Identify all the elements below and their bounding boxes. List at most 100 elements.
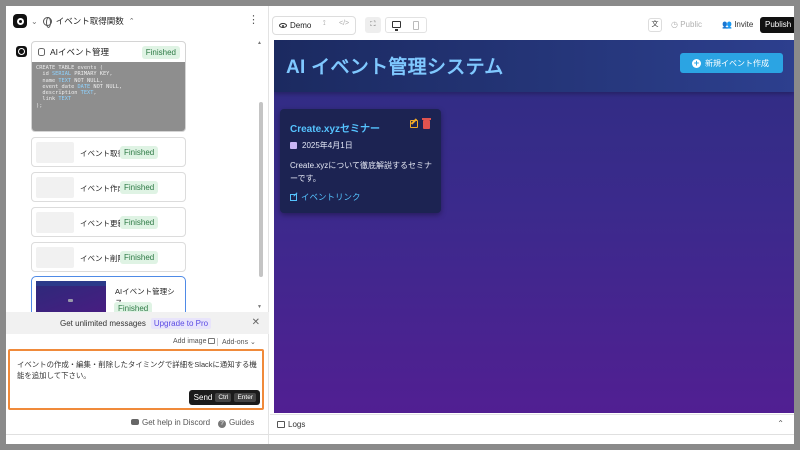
image-icon xyxy=(208,338,216,344)
app-preview-thumbnail xyxy=(36,281,106,314)
trash-icon[interactable] xyxy=(422,118,431,129)
calendar-icon xyxy=(290,142,297,149)
publish-button[interactable]: Publish xyxy=(760,17,794,33)
expand-icon[interactable]: ⛶ xyxy=(365,17,381,33)
task-card[interactable]: イベント取得 Finished xyxy=(31,137,186,167)
scroll-up-icon[interactable]: ▲ xyxy=(257,40,262,46)
active-task-card[interactable]: AIイベント管理シス... Finished xyxy=(31,276,186,314)
task-thumbnail xyxy=(36,142,74,163)
upgrade-link[interactable]: Upgrade to Pro xyxy=(150,317,212,329)
chat-scrollbar[interactable]: ▲ ▼ xyxy=(257,40,263,310)
add-image-label: Add image xyxy=(173,338,207,345)
status-badge: Finished xyxy=(141,46,180,59)
prompt-input[interactable]: イベントの作成・編集・削除したタイミングで詳細をSlackに通知する機能を追加し… xyxy=(8,349,264,410)
app-preview: AI イベント管理システム + 新規イベント作成 Create.xyzセミナー … xyxy=(274,40,794,413)
chevron-up-icon[interactable]: ⌃ xyxy=(777,419,784,428)
app-header: AI イベント管理システム + 新規イベント作成 xyxy=(274,40,794,92)
scrollbar-thumb[interactable] xyxy=(259,102,263,277)
help-icon: ? xyxy=(218,420,226,428)
divider xyxy=(6,434,794,435)
public-label: Public xyxy=(680,20,702,29)
new-event-button[interactable]: + 新規イベント作成 xyxy=(680,53,783,73)
edit-icon[interactable] xyxy=(410,120,418,128)
discord-label: Get help in Discord xyxy=(142,418,211,427)
code-card-header: AIイベント管理 Finished xyxy=(32,42,185,62)
add-ons-label: Add-ons xyxy=(222,339,249,346)
event-date: 2025年4月1日 xyxy=(290,140,353,151)
globe-icon xyxy=(42,16,52,28)
send-button[interactable]: Send Ctrl Enter xyxy=(188,390,260,405)
new-event-label: 新規イベント作成 xyxy=(705,58,769,68)
upsell-banner: Get unlimited messages Upgrade to Pro ✕ xyxy=(6,312,269,334)
logs-label: Logs xyxy=(288,420,306,429)
task-thumbnail xyxy=(36,177,74,198)
app-logo-icon[interactable] xyxy=(13,14,27,28)
composer-tools: Add image Add-ons ⌄ xyxy=(6,336,269,348)
event-description: Create.xyzについて徹底解説するセミナーです。 xyxy=(290,161,432,183)
database-icon xyxy=(38,48,45,56)
external-link-icon xyxy=(290,193,297,201)
ctrl-key-hint: Ctrl xyxy=(215,393,232,402)
mobile-icon[interactable] xyxy=(413,21,419,30)
status-badge: Finished xyxy=(120,216,159,229)
add-ons-button[interactable]: Add-ons ⌄ xyxy=(222,338,256,346)
code-preview: CREATE TABLE events ( id SERIAL PRIMARY … xyxy=(32,62,185,131)
assistant-avatar-icon xyxy=(16,46,27,57)
discord-link[interactable]: Get help in Discord xyxy=(131,418,210,427)
task-card[interactable]: イベント削除 Finished xyxy=(31,242,186,272)
preview-toolbar: Demo ⟟ </> ⛶ 文 ◷ Public 👥 Invite Publish xyxy=(270,16,794,38)
task-thumbnail xyxy=(36,247,74,268)
project-title[interactable]: イベント取得関数 xyxy=(56,15,124,27)
chat-footer: Get help in Discord ? Guides xyxy=(6,416,269,434)
app-window: ⌄ イベント取得関数 ⌃ ⋮ AIイベント管理 Finished CREATE … xyxy=(6,6,794,444)
logs-toggle[interactable]: Logs xyxy=(277,420,305,429)
chevron-up-icon[interactable]: ⌃ xyxy=(129,17,135,25)
code-card-title: AIイベント管理 xyxy=(50,47,110,57)
task-card[interactable]: イベント更新 Finished xyxy=(31,207,186,237)
eye-icon xyxy=(279,23,287,28)
event-link[interactable]: イベントリンク xyxy=(290,191,361,203)
app-title: AI イベント管理システム xyxy=(286,57,504,78)
task-label: イベント更新 xyxy=(80,219,125,228)
invite-button[interactable]: 👥 Invite xyxy=(722,20,753,29)
status-badge: Finished xyxy=(120,181,159,194)
flow-icon[interactable]: ⟟ xyxy=(323,20,326,28)
plus-icon: + xyxy=(692,57,701,68)
task-label: イベント取得 xyxy=(80,149,125,158)
code-card[interactable]: AIイベント管理 Finished CREATE TABLE events ( … xyxy=(31,41,186,132)
prompt-text[interactable]: イベントの作成・編集・削除したタイミングで詳細をSlackに通知する機能を追加し… xyxy=(17,359,257,381)
chevron-down-icon: ⌄ xyxy=(250,339,256,346)
chat-history[interactable]: AIイベント管理 Finished CREATE TABLE events ( … xyxy=(6,36,269,314)
event-title: Create.xyzセミナー xyxy=(290,124,381,135)
code-icon[interactable]: </> xyxy=(339,20,349,27)
close-icon[interactable]: ✕ xyxy=(252,317,260,328)
invite-label: Invite xyxy=(734,20,754,29)
add-image-button[interactable]: Add image xyxy=(173,338,216,345)
status-badge: Finished xyxy=(120,146,159,159)
task-label: イベント作成 xyxy=(80,184,125,193)
demo-mode-button[interactable]: Demo xyxy=(275,19,315,32)
task-thumbnail xyxy=(36,212,74,233)
public-button[interactable]: ◷ Public xyxy=(671,20,702,29)
send-label: Send xyxy=(193,393,213,402)
logs-bar: Logs ⌃ xyxy=(270,414,794,434)
divider xyxy=(217,338,218,346)
status-badge: Finished xyxy=(120,251,159,264)
scroll-down-icon[interactable]: ▼ xyxy=(257,304,262,310)
chat-panel: ⌄ イベント取得関数 ⌃ ⋮ AIイベント管理 Finished CREATE … xyxy=(6,6,269,444)
task-label: イベント削除 xyxy=(80,254,125,263)
translate-icon[interactable]: 文 xyxy=(648,18,662,32)
device-switch xyxy=(385,17,427,33)
chevron-down-icon[interactable]: ⌄ xyxy=(31,17,38,26)
event-link-label: イベントリンク xyxy=(301,192,361,202)
mode-switch: Demo ⟟ </> xyxy=(272,16,356,35)
guides-link[interactable]: ? Guides xyxy=(218,418,254,428)
discord-icon xyxy=(131,419,139,425)
terminal-icon xyxy=(277,421,285,428)
task-card[interactable]: イベント作成 Finished xyxy=(31,172,186,202)
more-options-icon[interactable]: ⋮ xyxy=(248,14,259,26)
project-header: ⌄ イベント取得関数 ⌃ ⋮ xyxy=(6,6,269,36)
guides-label: Guides xyxy=(229,418,255,427)
demo-label: Demo xyxy=(290,21,312,30)
desktop-icon[interactable] xyxy=(392,21,401,31)
